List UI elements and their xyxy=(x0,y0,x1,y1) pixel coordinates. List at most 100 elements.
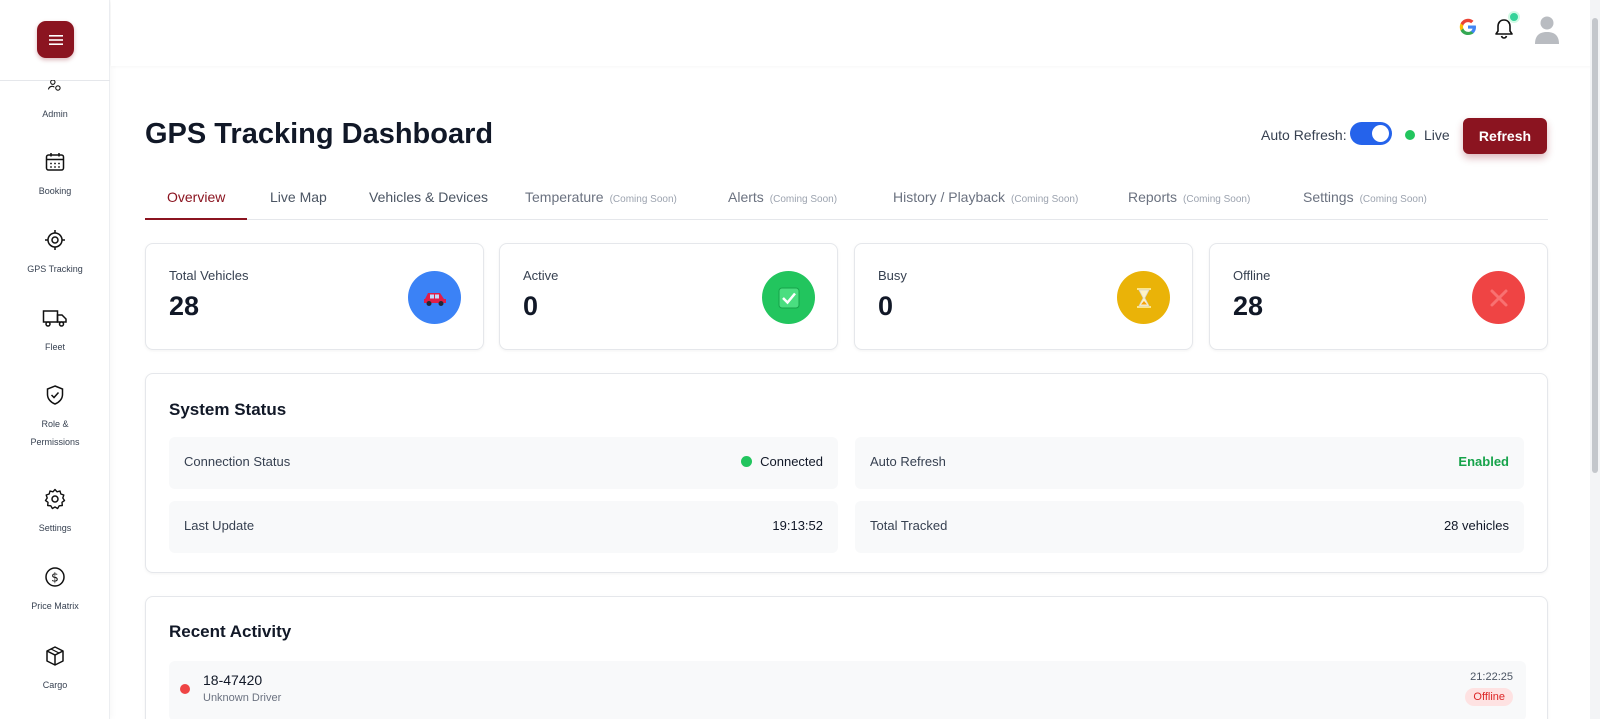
auto-refresh-status-label: Auto Refresh xyxy=(870,454,946,469)
driver-name: Unknown Driver xyxy=(203,692,282,704)
coming-soon-note: (Coming Soon) xyxy=(609,194,677,205)
sidebar-item-label: GPS Tracking xyxy=(27,264,83,274)
stat-card-active: Active 0 xyxy=(499,243,838,350)
total-tracked-row: Total Tracked 28 vehicles xyxy=(855,501,1524,553)
sidebar-item-settings[interactable]: Settings xyxy=(0,488,110,537)
tab-temperature[interactable]: Temperature (Coming Soon) xyxy=(525,180,677,220)
tab-label: Settings xyxy=(1303,189,1354,205)
svg-text:$: $ xyxy=(51,571,59,585)
page-title: GPS Tracking Dashboard xyxy=(145,118,494,150)
refresh-button[interactable]: Refresh xyxy=(1463,118,1547,154)
live-indicator-dot xyxy=(1405,130,1415,140)
tab-label: History / Playback xyxy=(893,189,1006,205)
stat-label: Total Vehicles xyxy=(169,268,249,283)
page-scrollbar[interactable] xyxy=(1590,0,1600,719)
last-update-label: Last Update xyxy=(184,518,255,533)
last-update-row: Last Update 19:13:52 xyxy=(169,501,838,553)
recent-activity-panel: Recent Activity 18-47420 Unknown Driver … xyxy=(145,596,1548,719)
sidebar: Admin Booking GPS Tracking Fleet Role & … xyxy=(0,0,110,719)
hourglass-icon xyxy=(1117,271,1170,324)
sidebar-item-label: Price Matrix xyxy=(31,601,79,611)
connected-dot xyxy=(741,456,753,467)
box-icon xyxy=(46,646,64,666)
dollar-icon: $ xyxy=(45,567,65,587)
stat-card-offline: Offline 28 xyxy=(1209,243,1548,350)
gear-icon xyxy=(44,488,66,510)
stat-value: 0 xyxy=(878,291,894,321)
sidebar-item-price-matrix[interactable]: $ Price Matrix xyxy=(0,566,110,615)
auto-refresh-toggle[interactable] xyxy=(1350,122,1392,145)
coming-soon-note: (Coming Soon) xyxy=(1183,194,1251,205)
status-badge: Offline xyxy=(1465,688,1513,706)
system-status-panel: System Status Connection Status Connecte… xyxy=(145,373,1548,573)
tab-label: Overview xyxy=(167,189,226,205)
sidebar-item-label-line2: Permissions xyxy=(30,437,80,447)
connection-status-label: Connection Status xyxy=(184,454,291,469)
last-update-value: 19:13:52 xyxy=(772,518,823,533)
sidebar-item-label: Fleet xyxy=(44,342,65,352)
sidebar-item-fleet[interactable]: Fleet xyxy=(0,307,110,356)
sidebar-item-label: Booking xyxy=(38,186,72,196)
sidebar-item-label: Admin xyxy=(42,109,68,119)
recent-activity-title: Recent Activity xyxy=(169,622,292,641)
tab-history-playback[interactable]: History / Playback (Coming Soon) xyxy=(893,180,1078,220)
sidebar-item-label-line1: Role & xyxy=(41,419,69,429)
activity-item[interactable]: 18-47420 Unknown Driver 21:22:25 Offline xyxy=(169,661,1526,719)
google-icon[interactable] xyxy=(1457,16,1479,38)
tab-vehicles-devices[interactable]: Vehicles & Devices xyxy=(369,180,488,220)
stat-label: Offline xyxy=(1233,268,1271,283)
total-tracked-label: Total Tracked xyxy=(870,518,948,533)
auto-refresh-status-row: Auto Refresh Enabled xyxy=(855,437,1524,489)
live-label: Live xyxy=(1424,127,1450,143)
car-icon xyxy=(408,271,461,324)
target-icon xyxy=(45,230,65,250)
activity-time: 21:22:25 xyxy=(1470,671,1513,683)
sidebar-item-label: Role & Permissions xyxy=(0,415,110,451)
stat-card-total-vehicles: Total Vehicles 28 xyxy=(145,243,484,350)
tab-bar: Overview Live Map Vehicles & Devices Tem… xyxy=(145,180,1548,220)
tab-settings[interactable]: Settings (Coming Soon) xyxy=(1303,180,1427,220)
tab-label: Vehicles & Devices xyxy=(369,189,489,205)
total-tracked-value: 28 vehicles xyxy=(1443,518,1509,533)
shield-check-icon xyxy=(46,385,64,405)
tab-label: Reports xyxy=(1128,189,1178,205)
top-bar xyxy=(111,0,1591,66)
hamburger-icon xyxy=(48,34,63,45)
coming-soon-note: (Coming Soon) xyxy=(1359,194,1427,205)
truck-icon xyxy=(42,310,67,327)
toggle-knob xyxy=(1372,125,1389,142)
tab-label: Temperature xyxy=(525,189,604,205)
coming-soon-note: (Coming Soon) xyxy=(769,194,838,205)
connection-status-row: Connection Status Connected xyxy=(169,437,838,489)
user-avatar-icon[interactable] xyxy=(1534,15,1560,45)
sidebar-item-role-permissions[interactable]: Role & Permissions xyxy=(0,384,110,451)
sidebar-item-gps-tracking[interactable]: GPS Tracking xyxy=(0,229,110,278)
stat-label: Active xyxy=(523,268,559,283)
menu-toggle-button[interactable] xyxy=(37,21,74,58)
connection-status-value: Connected xyxy=(741,454,823,469)
sidebar-item-cargo[interactable]: Cargo xyxy=(0,645,110,694)
connection-status-text: Connected xyxy=(760,454,823,469)
notification-badge xyxy=(1508,11,1520,23)
stat-value: 28 xyxy=(169,291,200,321)
calendar-icon xyxy=(45,153,65,171)
sidebar-item-admin[interactable]: Admin xyxy=(0,80,110,123)
x-icon xyxy=(1472,271,1525,324)
tab-overview[interactable]: Overview xyxy=(145,180,248,220)
tab-alerts[interactable]: Alerts (Coming Soon) xyxy=(728,180,837,220)
stat-card-busy: Busy 0 xyxy=(854,243,1193,350)
scrollbar-thumb[interactable] xyxy=(1592,18,1598,473)
check-icon xyxy=(762,271,815,324)
status-dot xyxy=(180,684,190,694)
stat-value: 0 xyxy=(523,291,539,321)
vehicle-id: 18-47420 xyxy=(203,672,263,688)
tab-live-map[interactable]: Live Map xyxy=(270,180,327,220)
sidebar-item-label: Settings xyxy=(38,523,72,533)
stat-value: 28 xyxy=(1233,291,1264,321)
auto-refresh-label: Auto Refresh: xyxy=(1261,127,1347,143)
coming-soon-note: (Coming Soon) xyxy=(1011,194,1079,205)
auto-refresh-status-value: Enabled xyxy=(1458,454,1509,469)
tab-reports[interactable]: Reports (Coming Soon) xyxy=(1128,180,1250,220)
system-status-title: System Status xyxy=(169,400,287,419)
sidebar-item-booking[interactable]: Booking xyxy=(0,151,110,200)
